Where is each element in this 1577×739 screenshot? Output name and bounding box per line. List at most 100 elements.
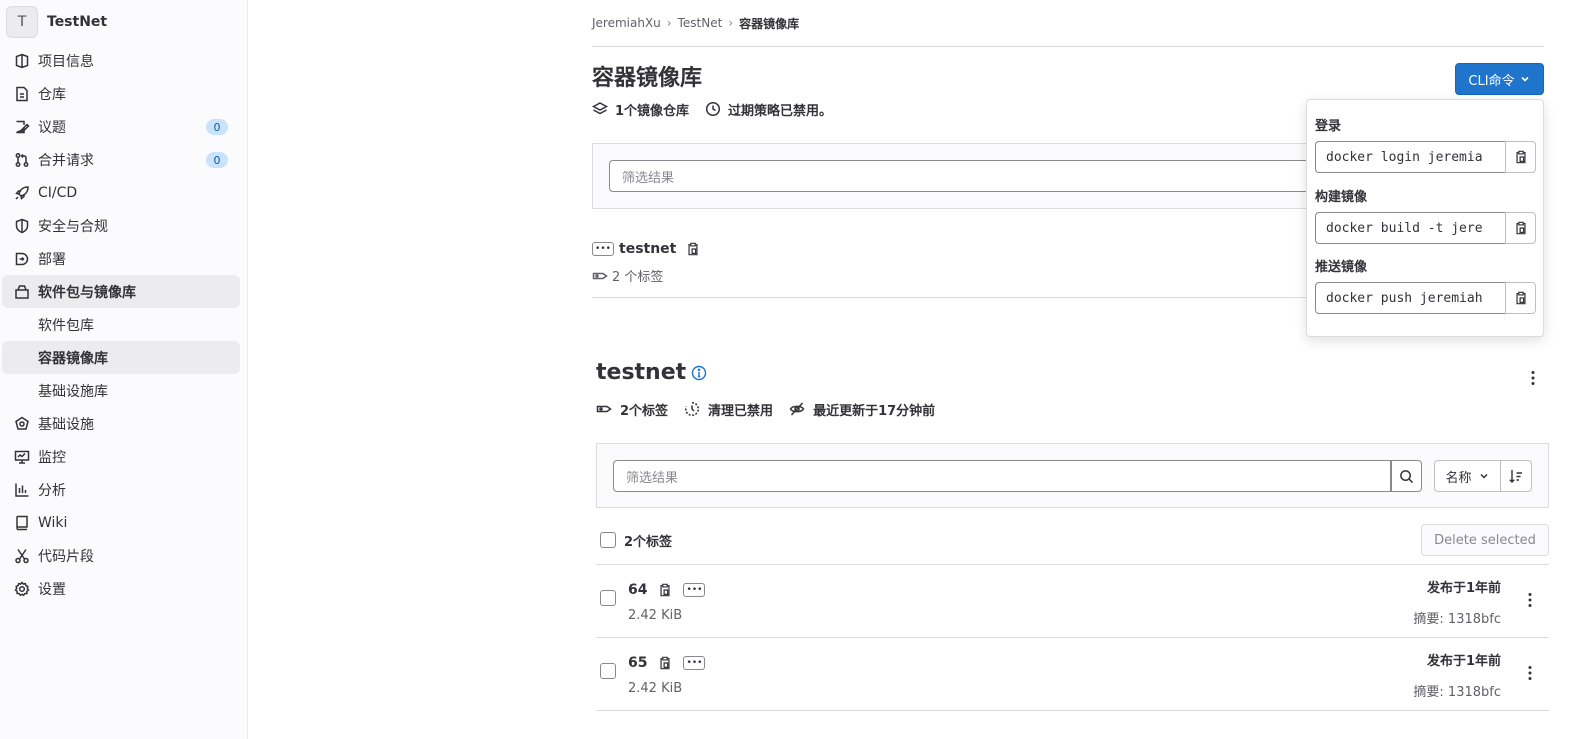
login-command-input[interactable]: docker login jeremia [1315,141,1505,173]
sidebar-item-repository[interactable]: 仓库 [2,77,240,110]
sidebar-item-project-info[interactable]: 项目信息 [2,44,240,77]
sort-dropdown[interactable]: 名称 [1434,460,1501,492]
cli-commands-button[interactable]: CLI命令 [1455,63,1544,95]
project-header[interactable]: T TestNet [0,0,248,44]
sidebar-item-settings[interactable]: 设置 [2,572,240,605]
sidebar-item-container-registry[interactable]: 容器镜像库 [2,341,240,374]
sidebar-item-issues[interactable]: 议题 0 [2,110,240,143]
sidebar-item-package-registry[interactable]: 软件包库 [2,308,240,341]
sidebar-item-snippets[interactable]: 代码片段 [2,539,240,572]
cli-commands-dropdown: 登录 docker login jeremia 构建镜像 docker buil… [1306,99,1544,337]
project-name: TestNet [47,14,108,30]
search-button[interactable] [1391,460,1422,492]
login-label: 登录 [1315,119,1342,134]
expire-icon [685,401,700,417]
tags-filter-input[interactable]: 筛选结果 [613,460,1391,492]
sidebar-item-ci-cd[interactable]: CI/CD [2,176,240,209]
shield-icon [14,218,30,234]
image-more-actions-button[interactable] [1525,370,1541,386]
breadcrumb-item[interactable]: TestNet [678,16,723,30]
sidebar-item-wiki[interactable]: Wiki [2,506,240,539]
select-all-checkbox[interactable] [600,532,616,548]
copy-login-button[interactable] [1505,141,1536,173]
copy-build-button[interactable] [1505,212,1536,244]
repo-count: 1个镜像仓库 [592,100,689,119]
sidebar-item-label: 合并请求 [38,152,94,169]
package-icon [14,284,30,300]
sidebar-item-security[interactable]: 安全与合规 [2,209,240,242]
breadcrumb-item[interactable]: JeremiahXu [592,16,661,30]
monitor-icon [14,449,30,465]
copy-push-button[interactable] [1505,282,1536,314]
sidebar-item-label: 仓库 [38,86,66,103]
tag-row: 64 ••• 2.42 KiB 发布于1年前 摘要: 1318bfc [596,565,1549,638]
sort-label: 名称 [1445,470,1472,486]
label-icon [592,272,608,279]
rocket-icon [14,185,30,201]
build-command-input[interactable]: docker build -t jere [1315,212,1505,244]
expand-path-button[interactable]: ••• [592,242,614,256]
select-all-row: 2个标签 [600,530,672,550]
more-vertical-icon [1528,593,1532,607]
cli-commands-label: CLI命令 [1468,73,1515,89]
image-tag-count: 2个标签 [596,400,668,419]
sidebar-item-analytics[interactable]: 分析 [2,473,240,506]
sidebar-item-label: 监控 [38,449,66,466]
expiration-policy-text: 过期策略已禁用。 [728,103,833,119]
tag-more-actions-button[interactable] [1522,592,1538,608]
tag-checkbox[interactable] [600,663,616,679]
sidebar-item-label: 容器镜像库 [38,350,108,367]
eye-slash-icon [789,402,805,416]
copy-icon[interactable] [657,655,673,671]
chart-icon [14,482,30,498]
sidebar-item-monitor[interactable]: 监控 [2,440,240,473]
divider [592,46,1544,47]
tag-size: 2.42 KiB [628,681,683,696]
tag-details-toggle[interactable]: ••• [683,583,706,597]
breadcrumb-current[interactable]: 容器镜像库 [739,15,799,32]
copy-icon[interactable] [657,582,673,598]
tag-more-actions-button[interactable] [1522,665,1538,681]
repository-name[interactable]: testnet [619,241,676,257]
last-updated-text: 最近更新于17分钟前 [813,403,936,419]
copy-icon[interactable] [685,241,701,257]
sidebar-item-infrastructure-registry[interactable]: 基础设施库 [2,374,240,407]
divider [592,297,1306,298]
sidebar-item-label: 基础设施库 [38,383,108,400]
info-icon[interactable] [691,365,707,381]
chevron-down-icon [1479,473,1488,479]
book-icon [14,515,30,531]
sidebar-item-deployments[interactable]: 部署 [2,242,240,275]
repository-row: ••• testnet 2 个标签 [592,238,701,285]
cleanup-status-text: 清理已禁用 [708,403,774,419]
project-info-icon [14,53,30,69]
select-all-label: 2个标签 [624,534,673,550]
sidebar-item-infrastructure[interactable]: 基础设施 [2,407,240,440]
page-title: 容器镜像库 [592,66,703,91]
image-meta: 2个标签 清理已禁用 最近更新于17分钟前 [596,399,951,419]
tag-checkbox[interactable] [600,590,616,606]
sort-direction-button[interactable] [1501,460,1532,492]
sidebar-item-label: 部署 [38,251,66,268]
image-name: testnet [596,360,687,385]
repository-tag-count: 2 个标签 [592,266,701,285]
copy-icon [1515,291,1526,305]
cloud-gear-icon [14,416,30,432]
registry-filter-input[interactable]: 筛选结果 [609,160,1329,192]
image-title: testnet [596,360,707,385]
copy-icon [1515,150,1526,164]
delete-selected-button[interactable]: Delete selected [1421,524,1549,556]
sidebar-item-label: 安全与合规 [38,218,108,235]
sidebar-item-merge-requests[interactable]: 合并请求 0 [2,143,240,176]
tags-filter-bar: 筛选结果 名称 [596,443,1549,508]
sidebar-item-packages-registries[interactable]: 软件包与镜像库 [2,275,240,308]
sort-lowest-icon [1509,470,1522,483]
push-label: 推送镜像 [1315,260,1368,275]
sidebar-item-label: 代码片段 [38,548,94,565]
sidebar-item-label: Wiki [38,514,68,531]
push-command-input[interactable]: docker push jeremiah [1315,282,1505,314]
tag-details-toggle[interactable]: ••• [683,656,706,670]
registry-meta: 1个镜像仓库 过期策略已禁用。 [592,99,848,119]
copy-icon [1515,221,1526,235]
sidebar-item-label: 基础设施 [38,416,94,433]
